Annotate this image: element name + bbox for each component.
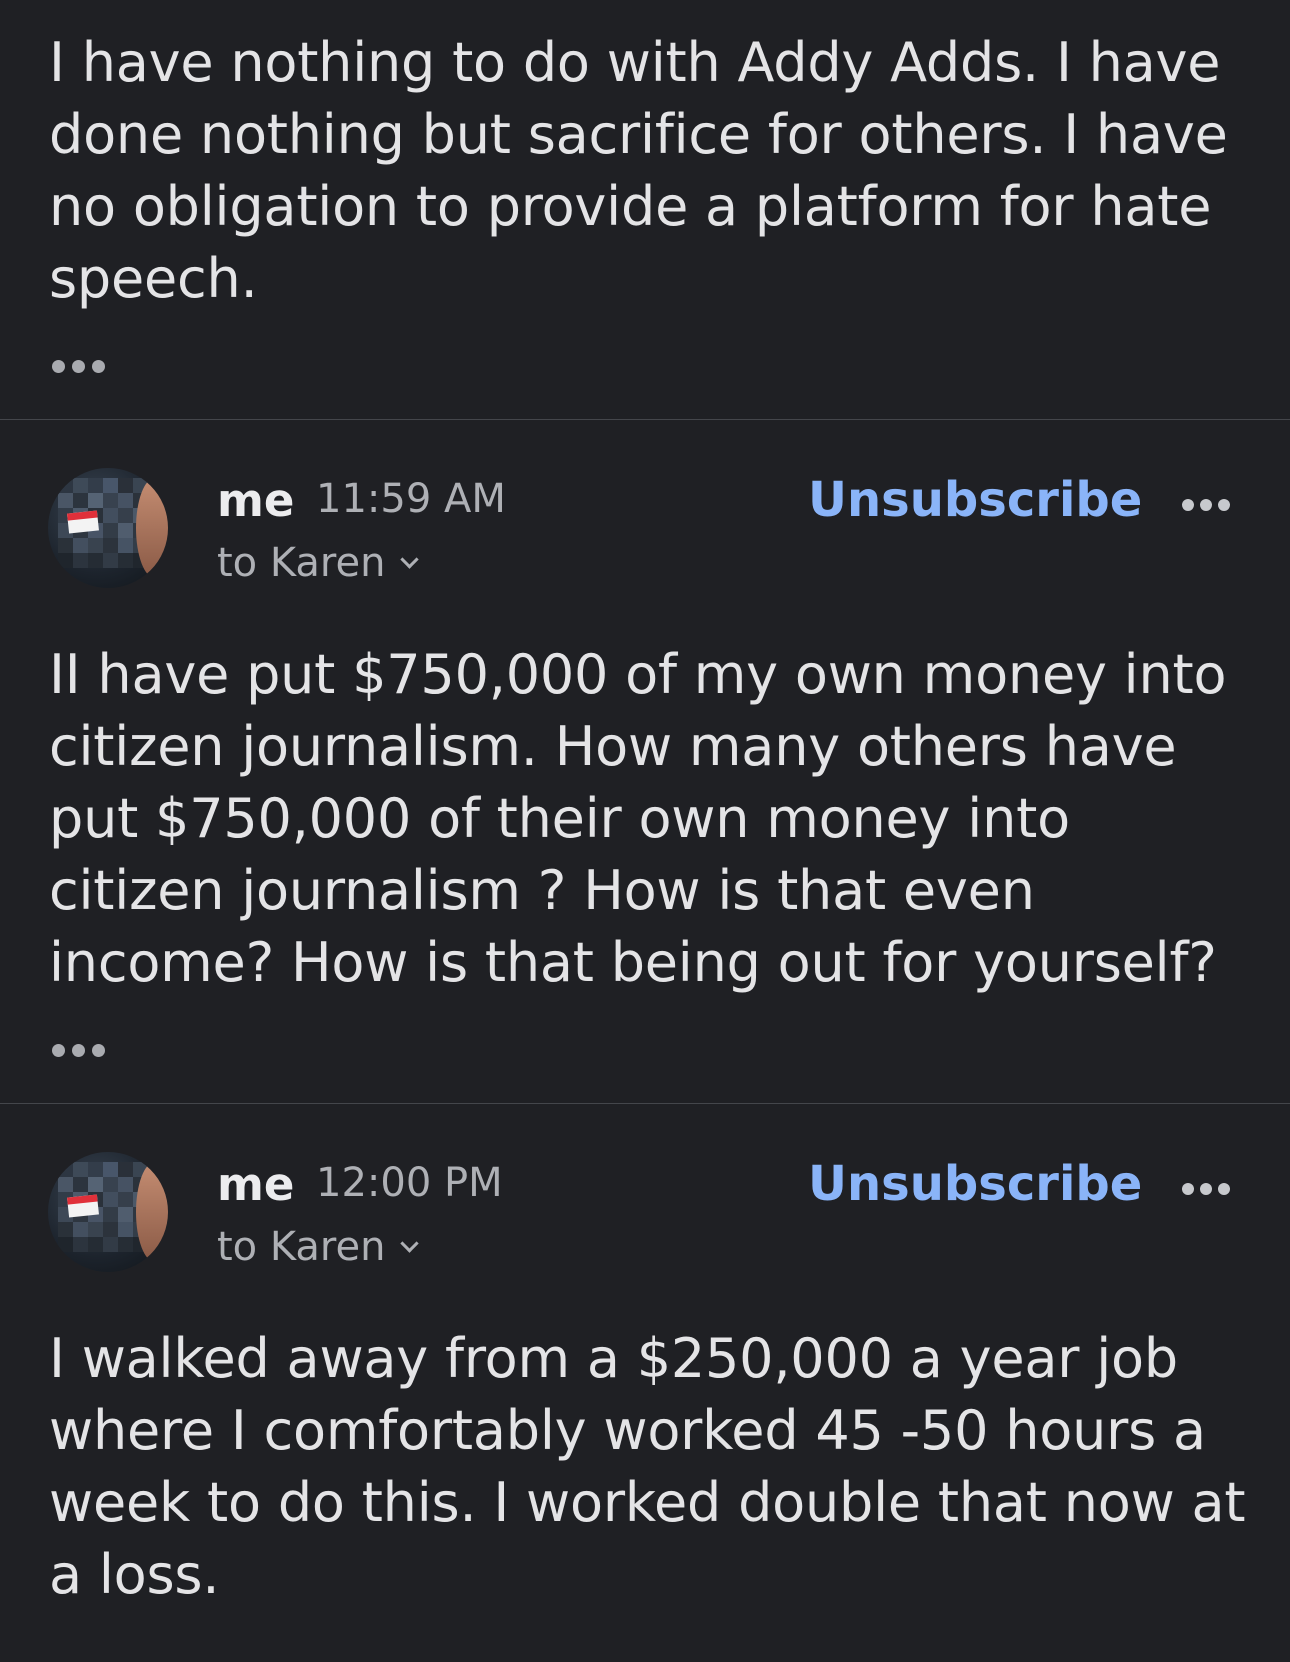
show-trimmed-content-button[interactable] <box>52 360 105 373</box>
show-trimmed-content-button[interactable] <box>52 1044 105 1057</box>
message-time: 12:00 PM <box>316 1160 503 1206</box>
more-options-button[interactable] <box>1182 499 1230 511</box>
sender-name: me <box>217 474 295 527</box>
recipients-toggle[interactable]: to Karen <box>217 540 420 586</box>
chevron-down-icon <box>400 1233 420 1253</box>
more-options-button[interactable] <box>1182 1183 1230 1195</box>
recipients-toggle[interactable]: to Karen <box>217 1224 420 1270</box>
ellipsis-icon <box>52 360 65 373</box>
avatar[interactable] <box>48 1152 168 1272</box>
message-time: 11:59 AM <box>316 476 506 522</box>
recipients-label: to Karen <box>217 540 386 586</box>
sender-name: me <box>217 1158 295 1211</box>
recipients-label: to Karen <box>217 1224 386 1270</box>
unsubscribe-button[interactable]: Unsubscribe <box>808 472 1142 528</box>
message-2[interactable]: me 11:59 AM to Karen Unsubscribe II have… <box>0 420 1290 1104</box>
message-body: I walked away from a $250,000 a year job… <box>49 1327 1246 1606</box>
chevron-down-icon <box>400 549 420 569</box>
ellipsis-icon <box>52 1044 65 1057</box>
message-body: I have nothing to do with Addy Adds. I h… <box>49 31 1228 310</box>
message-3[interactable]: me 12:00 PM to Karen Unsubscribe I walke… <box>0 1104 1290 1662</box>
message-1: I have nothing to do with Addy Adds. I h… <box>0 0 1290 420</box>
more-options-icon <box>1182 1183 1194 1195</box>
more-options-icon <box>1182 499 1194 511</box>
avatar[interactable] <box>48 468 168 588</box>
message-body: II have put $750,000 of my own money int… <box>49 643 1227 994</box>
unsubscribe-button[interactable]: Unsubscribe <box>808 1156 1142 1212</box>
